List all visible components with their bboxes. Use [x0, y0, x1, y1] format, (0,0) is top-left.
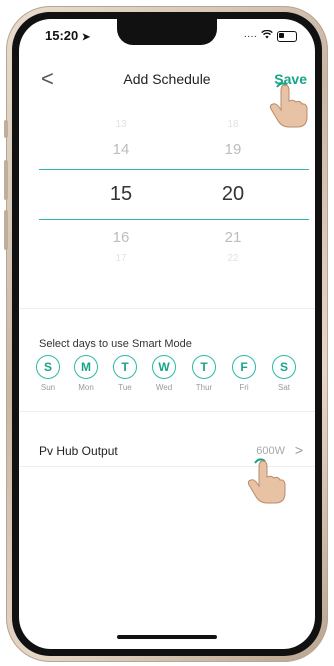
wifi-icon: [261, 29, 273, 42]
day-mon[interactable]: M Mon: [71, 355, 101, 392]
minute-option[interactable]: 18: [215, 119, 251, 130]
day-tue[interactable]: T Tue: [110, 355, 140, 392]
hour-option[interactable]: 13: [103, 119, 139, 130]
tap-hand-icon: [247, 458, 286, 504]
day-name: Sun: [40, 383, 56, 392]
screen: 15:20 ➤ ···· < Add Schedule Save 13 18 1…: [19, 19, 315, 649]
hour-option[interactable]: 16: [103, 229, 139, 246]
day-sun[interactable]: S Sun: [33, 355, 63, 392]
days-label: Select days to use Smart Mode: [39, 338, 192, 350]
minute-option[interactable]: 21: [215, 229, 251, 246]
day-sat[interactable]: S Sat: [269, 355, 299, 392]
day-wed[interactable]: W Wed: [149, 355, 179, 392]
status-time: 15:20 ➤: [45, 28, 91, 43]
volume-down-button: [4, 210, 8, 250]
hour-option[interactable]: 17: [103, 253, 139, 264]
day-name: Wed: [155, 383, 173, 392]
minute-option[interactable]: 19: [215, 141, 251, 158]
volume-up-button: [4, 160, 8, 200]
selected-minute[interactable]: 20: [215, 183, 251, 206]
day-thur[interactable]: T Thur: [189, 355, 219, 392]
notch: [117, 19, 217, 45]
hour-option[interactable]: 14: [103, 141, 139, 158]
day-letter[interactable]: F: [232, 355, 256, 379]
picker-bottom-line: [39, 219, 309, 220]
day-name: Sat: [277, 383, 290, 392]
picker-top-line: [39, 169, 309, 170]
day-letter[interactable]: T: [192, 355, 216, 379]
day-name: Fri: [239, 383, 249, 392]
location-arrow-icon: ➤: [81, 32, 91, 43]
selected-hour[interactable]: 15: [103, 183, 139, 206]
day-name: Mon: [78, 383, 94, 392]
signal-icon: ····: [243, 30, 257, 42]
day-letter[interactable]: S: [36, 355, 60, 379]
minute-option[interactable]: 22: [215, 253, 251, 264]
status-icons: ····: [243, 29, 297, 42]
mute-switch: [4, 120, 8, 138]
divider: [19, 308, 315, 309]
time-picker[interactable]: 13 18 14 19 15 20 16 21 17 22: [19, 111, 315, 291]
day-fri[interactable]: F Fri: [229, 355, 259, 392]
day-name: Tue: [118, 383, 132, 392]
day-letter[interactable]: S: [272, 355, 296, 379]
home-indicator: [117, 635, 217, 639]
battery-icon: [277, 30, 297, 42]
day-letter[interactable]: W: [152, 355, 176, 379]
day-letter[interactable]: M: [74, 355, 98, 379]
chevron-right-icon[interactable]: >: [295, 442, 303, 458]
day-name: Thur: [195, 383, 213, 392]
pv-output-label[interactable]: Pv Hub Output: [39, 444, 118, 458]
day-letter[interactable]: T: [113, 355, 137, 379]
tap-hand-icon: [269, 82, 308, 128]
divider: [19, 411, 315, 412]
